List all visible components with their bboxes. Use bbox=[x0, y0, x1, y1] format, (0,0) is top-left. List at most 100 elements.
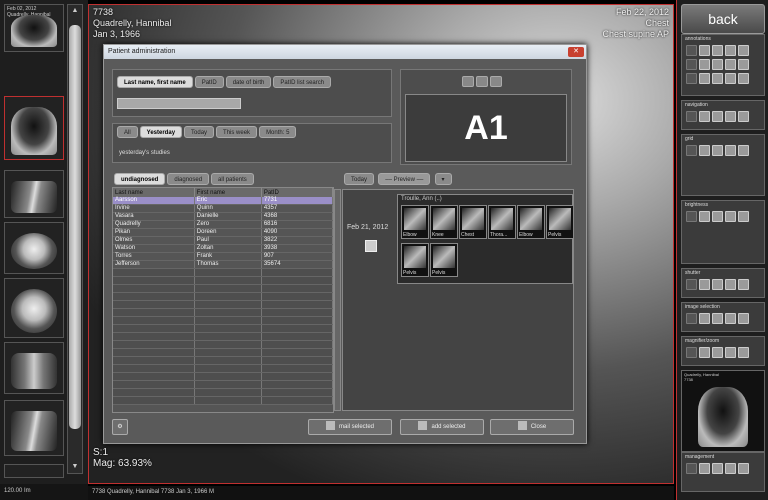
tool-icon[interactable] bbox=[738, 73, 749, 84]
column-header[interactable]: PatID bbox=[261, 188, 333, 197]
table-row[interactable]: Vasara Danielle 4368 bbox=[113, 212, 333, 221]
name-tab-1[interactable]: PatID bbox=[194, 76, 224, 88]
tool-icon[interactable] bbox=[712, 211, 723, 222]
tool-icon[interactable] bbox=[725, 45, 736, 56]
scrollbar-thumb[interactable] bbox=[69, 25, 81, 429]
tool-icon[interactable] bbox=[725, 347, 736, 358]
tool-icon[interactable] bbox=[699, 313, 710, 324]
tool-icon[interactable] bbox=[686, 111, 697, 122]
tool-icon[interactable] bbox=[738, 45, 749, 56]
table-row[interactable]: Pikan Doreen 4090 bbox=[113, 228, 333, 237]
thumbnail[interactable] bbox=[4, 222, 64, 274]
settings-icon[interactable]: ⚙ bbox=[112, 419, 128, 435]
tool-icon[interactable] bbox=[738, 279, 749, 290]
thumbnail[interactable] bbox=[4, 278, 64, 338]
tool-icon[interactable] bbox=[712, 145, 723, 156]
name-tab-3[interactable]: PatID list search bbox=[273, 76, 332, 88]
scroll-up-arrow-icon[interactable]: ▲ bbox=[69, 6, 81, 16]
table-scrollbar[interactable] bbox=[334, 189, 341, 411]
today-button[interactable]: Today bbox=[344, 173, 375, 185]
tool-icon[interactable] bbox=[699, 279, 710, 290]
table-row[interactable]: Aarsson Eric 7731 bbox=[113, 197, 333, 205]
study-icon[interactable] bbox=[365, 240, 377, 252]
mail-selected-button[interactable]: mail selected bbox=[308, 419, 392, 435]
layout-grid-icon[interactable] bbox=[490, 76, 502, 87]
series-thumbnail[interactable]: Thora... bbox=[488, 205, 516, 239]
thumbnail[interactable] bbox=[4, 400, 64, 456]
tool-icon[interactable] bbox=[686, 145, 697, 156]
preview-toggle[interactable]: ▾ bbox=[434, 173, 452, 185]
tool-icon[interactable] bbox=[725, 73, 736, 84]
table-row[interactable]: Watson Zoltan 3938 bbox=[113, 244, 333, 253]
layout-single-icon[interactable] bbox=[462, 76, 474, 87]
tool-icon[interactable] bbox=[699, 45, 710, 56]
close-icon[interactable]: ✕ bbox=[568, 47, 584, 57]
series-thumbnail[interactable]: Elbow bbox=[401, 205, 429, 239]
date-tab-1[interactable]: Yesterday bbox=[139, 126, 183, 138]
table-row[interactable]: Quadrelly Zero 6816 bbox=[113, 220, 333, 229]
tool-icon[interactable] bbox=[699, 211, 710, 222]
thumbnail[interactable]: Feb 02, 2012 Quadrelly, Hannibal bbox=[4, 4, 64, 52]
series-thumbnail[interactable]: Knee bbox=[430, 205, 458, 239]
dialog-titlebar[interactable]: Patient administration ✕ bbox=[104, 45, 586, 59]
tool-icon[interactable] bbox=[712, 59, 723, 70]
study-date[interactable]: Feb 21, 2012 bbox=[347, 224, 388, 231]
tool-icon[interactable] bbox=[738, 59, 749, 70]
tool-icon[interactable] bbox=[686, 211, 697, 222]
tool-icon[interactable] bbox=[712, 73, 723, 84]
tool-icon[interactable] bbox=[738, 463, 749, 474]
column-header[interactable]: Last name bbox=[113, 188, 195, 197]
tool-icon[interactable] bbox=[738, 145, 749, 156]
tool-icon[interactable] bbox=[712, 463, 723, 474]
series-thumbnail[interactable]: Pelvis bbox=[401, 243, 429, 277]
date-tab-2[interactable]: Today bbox=[184, 126, 215, 138]
tool-icon[interactable] bbox=[686, 463, 697, 474]
table-row[interactable]: Irvine Quinn 4357 bbox=[113, 204, 333, 213]
tool-icon[interactable] bbox=[712, 279, 723, 290]
layout-split-icon[interactable] bbox=[476, 76, 488, 87]
tool-icon[interactable] bbox=[738, 211, 749, 222]
date-tab-4[interactable]: Month: 5 bbox=[259, 126, 297, 138]
tool-icon[interactable] bbox=[738, 313, 749, 324]
date-tab-3[interactable]: This week bbox=[216, 126, 258, 138]
name-tab-2[interactable]: date of birth bbox=[225, 76, 272, 88]
table-row[interactable]: Olmes Paul 3822 bbox=[113, 236, 333, 245]
tool-icon[interactable] bbox=[686, 279, 697, 290]
series-thumbnail[interactable]: Pelvis bbox=[546, 205, 574, 239]
table-row[interactable]: Jefferson Thomas 35674 bbox=[113, 260, 333, 269]
date-tab-0[interactable]: All bbox=[117, 126, 138, 138]
tool-icon[interactable] bbox=[712, 347, 723, 358]
tool-icon[interactable] bbox=[738, 111, 749, 122]
thumbnail[interactable] bbox=[4, 96, 64, 160]
tool-icon[interactable] bbox=[686, 59, 697, 70]
thumbnail-scrollbar[interactable]: ▲ ▼ bbox=[67, 4, 83, 474]
name-tab-0[interactable]: Last name, first name bbox=[117, 76, 193, 88]
list-tab-1[interactable]: diagnosed bbox=[167, 173, 210, 185]
tool-icon[interactable] bbox=[699, 347, 710, 358]
list-tab-2[interactable]: all patients bbox=[211, 173, 254, 185]
column-header[interactable]: First name bbox=[194, 188, 262, 197]
tool-icon[interactable] bbox=[725, 463, 736, 474]
tool-icon[interactable] bbox=[725, 279, 736, 290]
close-button[interactable]: Close bbox=[490, 419, 574, 435]
patient-table[interactable]: Last name First name PatID Aarsson Eric 7731… bbox=[112, 187, 334, 413]
tool-icon[interactable] bbox=[712, 313, 723, 324]
tool-icon[interactable] bbox=[699, 463, 710, 474]
tool-icon[interactable] bbox=[699, 73, 710, 84]
tool-icon[interactable] bbox=[712, 111, 723, 122]
table-row[interactable]: Torres Frank 907 bbox=[113, 252, 333, 261]
tool-icon[interactable] bbox=[686, 73, 697, 84]
tool-icon[interactable] bbox=[725, 59, 736, 70]
list-tab-0[interactable]: undiagnosed bbox=[114, 173, 166, 185]
tool-icon[interactable] bbox=[725, 145, 736, 156]
scroll-down-arrow-icon[interactable]: ▼ bbox=[69, 462, 81, 472]
thumbnail[interactable] bbox=[4, 464, 64, 478]
tool-icon[interactable] bbox=[725, 111, 736, 122]
search-input[interactable] bbox=[117, 98, 241, 109]
tool-icon[interactable] bbox=[725, 211, 736, 222]
tool-icon[interactable] bbox=[699, 111, 710, 122]
tool-icon[interactable] bbox=[738, 347, 749, 358]
thumbnail[interactable] bbox=[4, 170, 64, 218]
tool-icon[interactable] bbox=[699, 59, 710, 70]
series-thumbnail[interactable]: Elbow bbox=[517, 205, 545, 239]
